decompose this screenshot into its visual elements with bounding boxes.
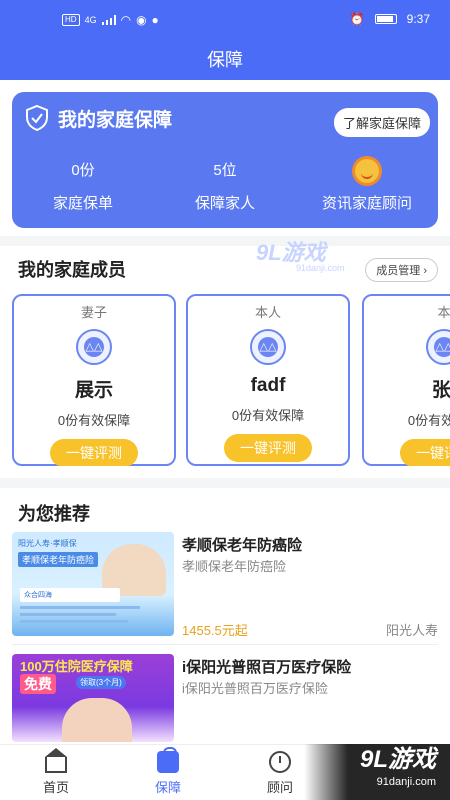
page-title: 保障 <box>0 40 450 80</box>
stat-label: 保障家人 <box>194 195 255 212</box>
members-section-title: 我的家庭成员 <box>18 260 126 280</box>
signal-bars-icon <box>101 15 116 25</box>
stat-policies[interactable]: 0份 家庭保单 <box>12 156 154 213</box>
message-icon: ● <box>151 13 159 27</box>
product-subtitle: 孝顺保老年防癌险 <box>182 559 287 574</box>
clock-icon <box>269 751 291 773</box>
product-price: 1455.5元起 <box>182 623 248 638</box>
member-name: fadf <box>250 375 286 396</box>
home-icon <box>45 748 67 773</box>
watermark: 9L游戏 91danji.com <box>304 744 450 800</box>
status-bar: HD 4G ◠ ◉ ● ⏰ 9:37 <box>0 0 450 40</box>
family-avatar-icon: △△ <box>76 329 112 365</box>
advisor-avatar-icon <box>296 156 438 186</box>
recommend-section-title: 为您推荐 <box>18 504 90 524</box>
product-divider <box>12 644 438 645</box>
tab-protection[interactable]: 保障 <box>112 745 224 800</box>
shield-bag-icon <box>157 747 179 773</box>
tab-label: 首页 <box>42 780 69 795</box>
stat-label: 资讯家庭顾问 <box>321 195 412 212</box>
evaluate-button[interactable]: 一键评测 <box>224 434 312 462</box>
alarm-icon: ⏰ <box>349 12 365 26</box>
stat-family-advisor[interactable]: 资讯家庭顾问 <box>296 156 438 213</box>
stat-label: 家庭保单 <box>52 195 113 212</box>
learn-family-protection-button[interactable]: 了解家庭保障 <box>333 108 430 137</box>
family-avatar-icon: △△ <box>426 329 450 365</box>
manage-members-button[interactable]: 成员管理 › <box>365 258 438 282</box>
wifi-icon: ◠ <box>120 13 132 27</box>
family-card-title-text: 我的家庭保障 <box>58 109 173 131</box>
evaluate-button[interactable]: 一键评测 <box>400 439 450 466</box>
stat-value: 0份 <box>71 162 95 179</box>
family-protection-card: 我的家庭保障 了解家庭保障 0份 家庭保单 5位 保障家人 资讯家庭顾问 <box>12 92 438 228</box>
status-left: HD 4G ◠ ◉ ● <box>62 13 159 27</box>
family-card-title: 我的家庭保障 <box>24 104 172 132</box>
product-item[interactable]: 阳光人寿·孝顺保 孝顺保老年防癌险 众合四海 孝顺保老年防癌险 孝顺保老年防癌险… <box>12 532 438 640</box>
tab-label: 顾问 <box>266 780 293 795</box>
product-title: i保阳光普照百万医疗保险 <box>182 659 352 676</box>
member-card[interactable]: 本 △△ 张i 0份有效保障 一键评测 <box>362 294 450 466</box>
tab-home[interactable]: 首页 <box>0 745 112 800</box>
member-relation: 本 <box>437 305 450 320</box>
tab-label: 保障 <box>154 780 181 795</box>
product-subtitle: i保阳光普照百万医疗保险 <box>182 681 328 696</box>
member-name: 展示 <box>74 380 113 401</box>
battery-icon <box>374 14 397 24</box>
product-company: 阳光人寿 <box>385 623 438 638</box>
member-policy-count: 0份有效保障 <box>57 413 131 428</box>
members-carousel[interactable]: 妻子 △△ 展示 0份有效保障 一键评测 本人 △△ fadf 0份有效保障 一… <box>0 294 450 466</box>
member-relation: 妻子 <box>80 305 107 320</box>
evaluate-button[interactable]: 一键评测 <box>50 439 138 466</box>
member-relation: 本人 <box>254 305 281 320</box>
product-image: 阳光人寿·孝顺保 孝顺保老年防癌险 众合四海 <box>12 532 174 636</box>
member-card[interactable]: 本人 △△ fadf 0份有效保障 一键评测 <box>186 294 350 466</box>
member-policy-count: 0份有效保障 <box>231 408 305 423</box>
member-policy-count: 0份有效保障 <box>407 413 450 428</box>
product-title: 孝顺保老年防癌险 <box>182 537 303 554</box>
network-badge: HD <box>62 14 80 26</box>
stat-value: 5位 <box>213 162 237 179</box>
family-avatar-icon: △△ <box>250 329 286 365</box>
member-name: 张i <box>431 380 450 401</box>
signal-type: 4G <box>84 15 97 25</box>
section-divider <box>0 236 450 246</box>
watermark: 9L游戏 91danji.com <box>256 240 345 273</box>
shield-icon <box>26 104 48 132</box>
app-notify-icon: ◉ <box>136 13 147 27</box>
status-right: ⏰ 9:37 <box>350 12 430 26</box>
section-divider <box>0 478 450 488</box>
family-stats: 0份 家庭保单 5位 保障家人 资讯家庭顾问 <box>12 156 438 213</box>
product-image: 100万住院医疗保障 免费 领取(3个月) <box>12 654 174 742</box>
stat-family-members[interactable]: 5位 保障家人 <box>154 156 296 213</box>
member-card[interactable]: 妻子 △△ 展示 0份有效保障 一键评测 <box>12 294 176 466</box>
status-time: 9:37 <box>406 12 430 26</box>
